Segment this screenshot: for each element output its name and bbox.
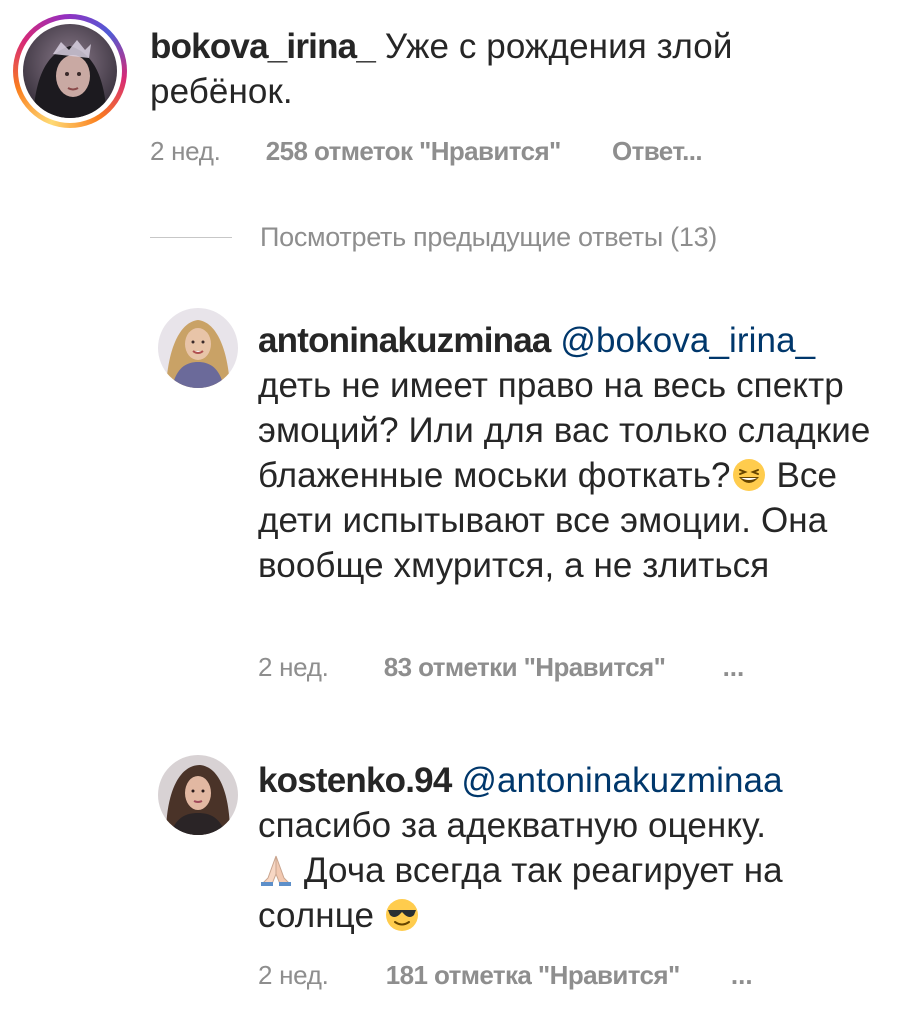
comment-text: antoninakuzminaa @bokova_irina_ деть не … [258, 318, 878, 588]
comment-username[interactable]: antoninakuzminaa [258, 321, 551, 360]
comment-time: 2 нед. [258, 960, 329, 990]
user-avatar-icon [158, 755, 238, 835]
comment-meta: 2 нед. 181 отметка "Нравится" ... [258, 960, 753, 991]
comment-username[interactable]: kostenko.94 [258, 761, 452, 800]
comment-text: bokova_irina_ Уже с рождения злой ребёно… [150, 24, 880, 114]
sunglasses-face-emoji-icon [385, 899, 418, 931]
folded-hands-emoji-icon [260, 855, 292, 886]
user-avatar-icon [23, 24, 117, 118]
comment-time: 2 нед. [150, 136, 221, 166]
comment-meta: 2 нед. 258 отметок "Нравится" Ответ... [150, 136, 703, 167]
more-options-button[interactable]: ... [731, 960, 753, 990]
view-previous-replies-button[interactable]: Посмотреть предыдущие ответы (13) [150, 222, 717, 253]
view-previous-replies-label: Посмотреть предыдущие ответы (13) [260, 222, 717, 252]
comment-username[interactable]: bokova_irina_ [150, 27, 376, 66]
avatar-bokova-irina[interactable] [13, 14, 127, 128]
mention-link[interactable]: @antoninakuzminaa [461, 761, 782, 800]
comment-meta: 2 нед. 83 отметки "Нравится" ... [258, 652, 744, 683]
mention-link[interactable]: @bokova_irina_ [560, 321, 815, 360]
likes-count-button[interactable]: 181 отметка "Нравится" [386, 960, 681, 990]
comment-time: 2 нед. [258, 652, 329, 682]
avatar-antoninakuzminaa[interactable] [158, 308, 238, 388]
comment-body-continued: Доча всегда так реагирует на солнце [258, 851, 783, 935]
comment-text: kostenko.94 @antoninakuzminaa спасибо за… [258, 758, 878, 938]
more-options-button[interactable]: ... [723, 652, 745, 682]
reply-button[interactable]: Ответ... [612, 136, 703, 166]
avatar-kostenko-94[interactable] [158, 755, 238, 835]
user-avatar-icon [158, 308, 238, 388]
likes-count-button[interactable]: 83 отметки "Нравится" [384, 652, 666, 682]
comment-body: спасибо за адекватную оценку. [258, 806, 767, 845]
grinning-squinting-face-emoji-icon [732, 459, 765, 491]
divider-line [150, 237, 232, 238]
likes-count-button[interactable]: 258 отметок "Нравится" [266, 136, 562, 166]
